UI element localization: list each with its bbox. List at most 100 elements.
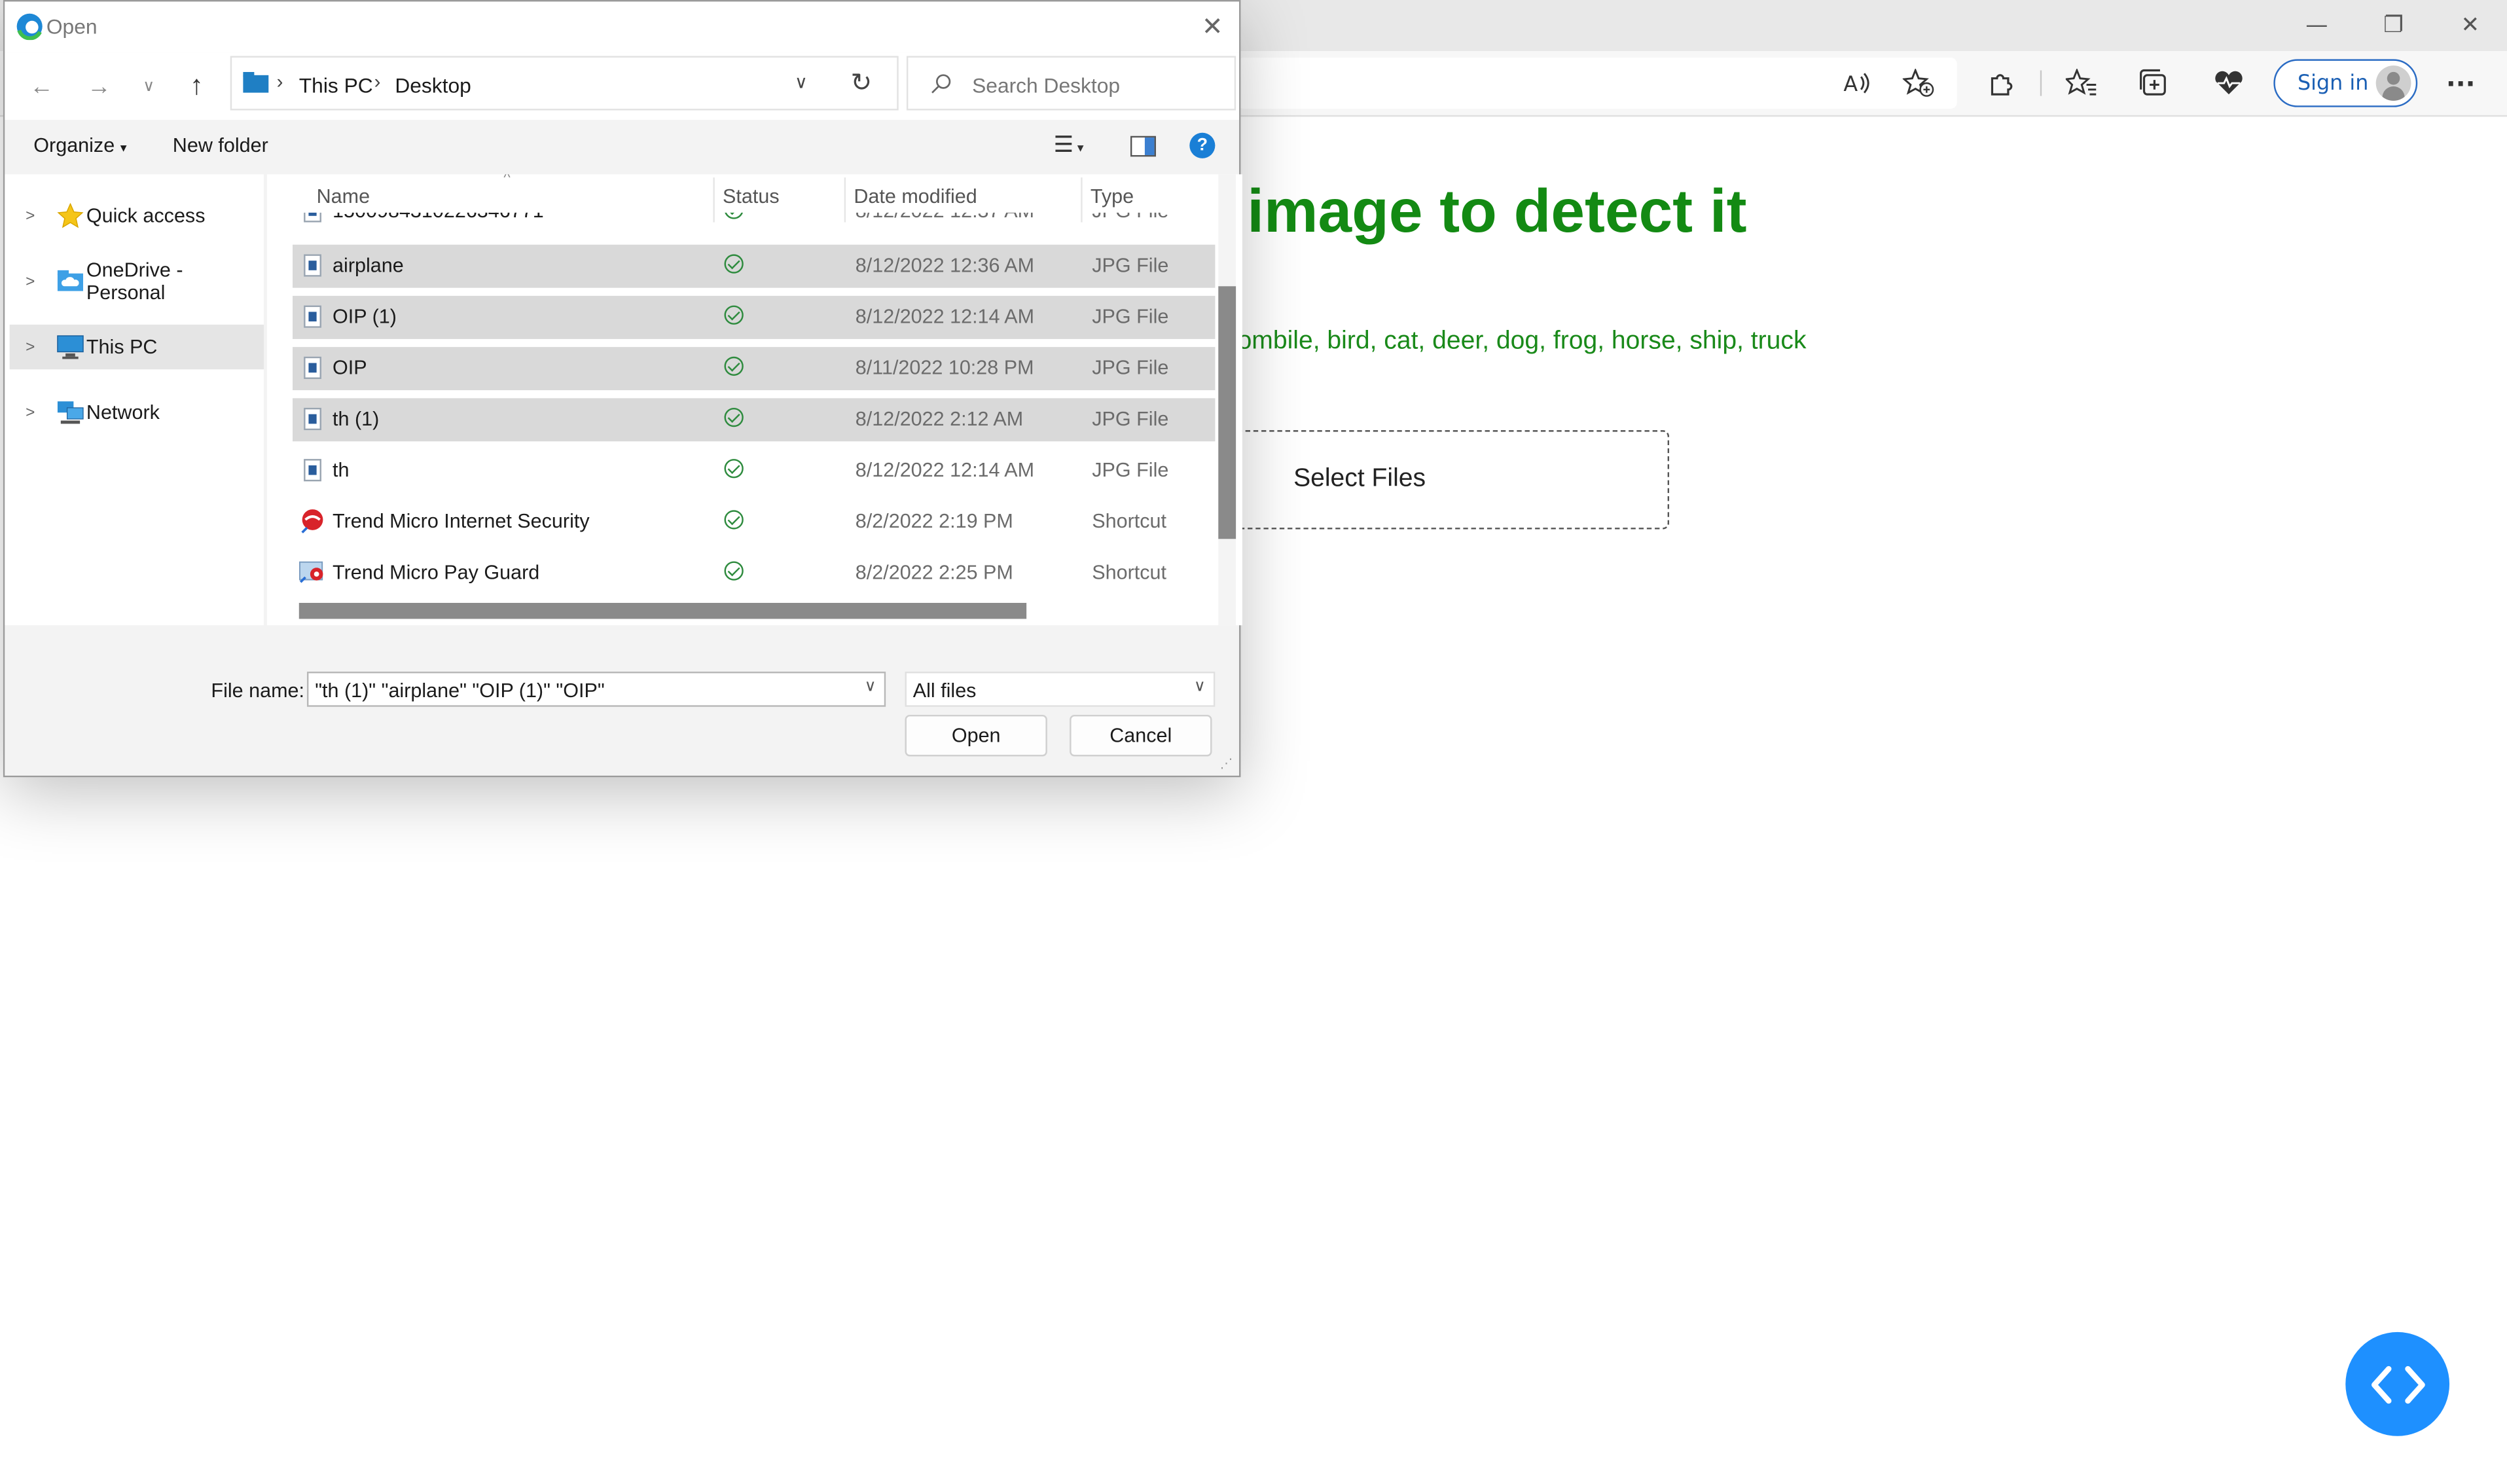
back-arrow-icon[interactable]: ← (24, 69, 60, 104)
dialog-close-icon[interactable]: ✕ (1202, 11, 1223, 43)
file-type: JPG File (1092, 213, 1168, 223)
file-date: 8/12/2022 12:36 AM (855, 254, 1035, 277)
help-icon[interactable]: ? (1189, 132, 1216, 158)
open-file-dialog: Open ✕ ← → ∨ ↑ › This PC › Desktop ∨ ↻ S… (3, 0, 1242, 778)
expand-chevron-icon[interactable]: > (26, 404, 35, 422)
file-type: JPG File (1092, 305, 1169, 328)
horizontal-scrollbar-thumb[interactable] (298, 602, 1027, 619)
file-date: 8/2/2022 2:19 PM (855, 510, 1013, 533)
read-aloud-icon[interactable]: A (1835, 64, 1880, 103)
sign-in-button[interactable]: Sign in (2273, 59, 2418, 107)
sync-ok-icon (724, 305, 744, 325)
table-row[interactable]: 1500984310226346771 8/12/2022 12:37 AM J… (293, 212, 1215, 226)
cloud-folder-icon (57, 270, 84, 291)
up-arrow-icon[interactable]: ↑ (179, 69, 215, 104)
nav-item-label: This PC (86, 336, 158, 359)
nav-item-quick-access[interactable]: > Quick access (10, 194, 264, 238)
edge-logo-icon (16, 13, 43, 41)
restore-button[interactable]: ❐ (2356, 0, 2430, 51)
file-type: JPG File (1092, 254, 1169, 277)
add-favorite-icon[interactable] (1896, 64, 1941, 103)
expand-chevron-icon[interactable]: > (26, 338, 35, 356)
desktop-folder-icon (243, 71, 269, 93)
nav-item-label: OneDrive - Personal (86, 259, 183, 304)
address-breadcrumb[interactable]: › This PC › Desktop ∨ ↻ (230, 56, 899, 111)
file-list: ^ Name Status Date modified Type 1500984… (266, 174, 1242, 626)
cancel-button[interactable]: Cancel (1070, 714, 1212, 757)
column-header-name[interactable]: Name (317, 185, 370, 208)
more-menu-icon[interactable]: ··· (2438, 64, 2483, 103)
breadcrumb-dropdown-icon[interactable]: ∨ (795, 72, 808, 92)
browser-essentials-icon[interactable] (2207, 64, 2251, 103)
recent-locations-chevron-icon[interactable]: ∨ (131, 69, 166, 104)
vertical-scrollbar-thumb[interactable] (1218, 286, 1236, 539)
search-input[interactable]: Search Desktop (906, 56, 1236, 111)
class-list-text: ombile, bird, cat, deer, dog, frog, hors… (1237, 327, 1807, 355)
nav-item-network[interactable]: > Network (10, 390, 264, 435)
table-row[interactable]: Trend Micro Internet Security 8/2/2022 2… (293, 501, 1215, 544)
file-type: JPG File (1092, 459, 1169, 482)
table-row[interactable]: OIP (1) 8/12/2022 12:14 AM JPG File (292, 295, 1216, 339)
jpg-file-icon (304, 212, 321, 223)
forward-arrow-icon[interactable]: → (82, 69, 117, 104)
breadcrumb-this-pc[interactable]: This PC (299, 73, 373, 98)
organize-button[interactable]: Organize ▾ (33, 134, 126, 156)
file-name-dropdown-icon[interactable]: ∨ (865, 678, 876, 696)
sync-ok-icon (724, 254, 744, 274)
jpg-file-icon (304, 305, 321, 328)
file-type-value: All files (912, 679, 977, 702)
organize-dropdown-icon: ▾ (120, 140, 127, 155)
sort-ascending-icon: ^ (503, 174, 511, 186)
table-row[interactable]: th 8/12/2022 12:14 AM JPG File (293, 449, 1215, 492)
favorites-icon[interactable] (2059, 64, 2104, 103)
jpg-file-icon (304, 356, 321, 379)
page-title: image to detect it (1247, 179, 1747, 247)
new-folder-button[interactable]: New folder (173, 134, 268, 156)
sync-ok-icon (724, 459, 744, 479)
resize-grip-icon[interactable]: ⋰ (1220, 756, 1233, 770)
jpg-file-icon (304, 407, 321, 431)
breadcrumb-chevron-icon: › (374, 70, 381, 93)
select-files-label: Select Files (1293, 465, 1426, 493)
toolbar-divider (2040, 70, 2042, 96)
partial-row-clip: 1500984310226346771 8/12/2022 12:37 AM J… (267, 212, 1217, 226)
computer-icon (57, 335, 84, 359)
nav-item-label: Quick access (86, 204, 206, 227)
table-row[interactable]: Trend Micro Pay Guard 8/2/2022 2:25 PM S… (293, 552, 1215, 595)
file-type-select[interactable]: All files ∨ (905, 672, 1216, 707)
star-icon (57, 203, 84, 228)
file-name-value: "th (1)" "airplane" "OIP (1)" "OIP" (315, 679, 605, 702)
file-date: 8/12/2022 12:37 AM (856, 213, 1034, 223)
file-date: 8/2/2022 2:25 PM (855, 561, 1013, 584)
minimize-button[interactable]: — (2280, 0, 2353, 51)
table-row[interactable]: airplane 8/12/2022 12:36 AM JPG File (292, 244, 1216, 288)
table-row[interactable]: th (1) 8/12/2022 2:12 AM JPG File (292, 398, 1216, 442)
preview-pane-icon[interactable] (1130, 136, 1156, 157)
close-window-button[interactable]: ✕ (2434, 0, 2507, 51)
file-name: airplane (333, 254, 404, 277)
file-name: th (333, 459, 350, 482)
breadcrumb-desktop[interactable]: Desktop (395, 73, 471, 98)
nav-item-onedrive[interactable]: > OneDrive - Personal (10, 259, 264, 304)
code-toggle-button[interactable] (2345, 1331, 2450, 1436)
view-options-icon[interactable]: ☰ ▾ (1054, 131, 1084, 158)
column-header-status[interactable]: Status (723, 185, 780, 208)
svg-text:A: A (1843, 73, 1858, 96)
file-name: OIP (333, 356, 367, 379)
sync-ok-icon (724, 212, 744, 219)
table-row[interactable]: OIP 8/11/2022 10:28 PM JPG File (292, 347, 1216, 391)
network-icon (57, 401, 84, 424)
search-placeholder: Search Desktop (972, 73, 1121, 98)
column-header-type[interactable]: Type (1091, 185, 1134, 208)
expand-chevron-icon[interactable]: > (26, 273, 35, 291)
refresh-icon[interactable]: ↻ (850, 67, 872, 100)
extensions-icon[interactable] (1979, 64, 2024, 103)
file-name-input[interactable]: "th (1)" "airplane" "OIP (1)" "OIP" ∨ (306, 672, 886, 707)
nav-item-this-pc[interactable]: > This PC (9, 324, 264, 370)
select-files-dropzone[interactable]: Select Files (1183, 430, 1670, 530)
open-button[interactable]: Open (905, 714, 1047, 757)
column-header-date-modified[interactable]: Date modified (854, 185, 977, 208)
collections-icon[interactable] (2131, 64, 2176, 103)
expand-chevron-icon[interactable]: > (26, 207, 35, 225)
sync-ok-icon (724, 510, 744, 530)
